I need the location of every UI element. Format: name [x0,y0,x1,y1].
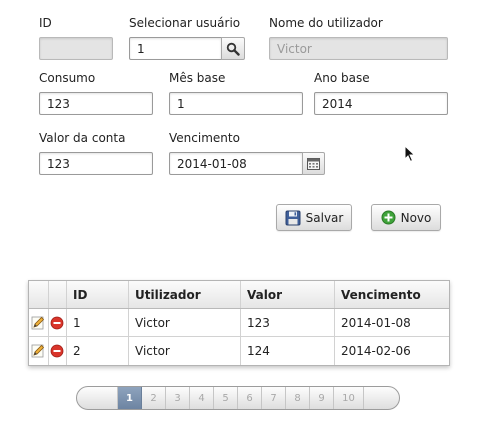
page-6-button[interactable]: 6 [238,387,262,409]
calendar-button[interactable] [302,152,325,175]
user-name-field [269,37,448,60]
cell-due: 2014-02-06 [341,344,411,358]
cell-user: Victor [129,309,241,336]
id-label: ID [39,16,52,30]
valor-conta-input[interactable] [39,152,153,175]
column-header-id[interactable]: ID [67,281,129,308]
search-icon [226,42,240,56]
edit-pencil-icon[interactable] [31,316,45,330]
delete-icon[interactable] [50,344,64,358]
page-4-button[interactable]: 4 [190,387,214,409]
vencimento-label: Vencimento [169,131,240,145]
page-8-button[interactable]: 8 [286,387,310,409]
new-button[interactable]: Novo [371,204,441,231]
ano-base-label: Ano base [314,71,370,85]
cell-user: Victor [129,337,241,365]
page-9-button[interactable]: 9 [310,387,334,409]
page-10-button[interactable]: 10 [334,387,364,409]
consumo-label: Consumo [39,71,96,85]
mouse-pointer-icon [404,145,416,163]
select-user-label: Selecionar usuário [129,16,241,30]
select-user-input[interactable] [129,37,222,60]
mes-base-input[interactable] [169,92,303,115]
paginator-prev[interactable] [77,387,118,409]
table-row[interactable]: 1 Victor 123 2014-01-08 [29,309,449,337]
ano-base-input[interactable] [314,92,448,115]
page-5-button[interactable]: 5 [214,387,238,409]
mes-base-label: Mês base [169,71,226,85]
bills-table: ID Utilizador Valor Vencimento 1 Victor … [28,280,450,366]
paginator-next[interactable] [364,387,399,409]
valor-conta-label: Valor da conta [39,131,126,145]
page-2-button[interactable]: 2 [142,387,166,409]
new-button-label: Novo [400,210,432,225]
consumo-input[interactable] [39,92,153,115]
table-row[interactable]: 2 Victor 124 2014-02-06 [29,337,449,365]
paginator: 1 2 3 4 5 6 7 8 9 10 [76,386,400,410]
column-header-valor[interactable]: Valor [241,281,335,308]
vencimento-input[interactable] [169,152,303,175]
column-header-utilizador[interactable]: Utilizador [129,281,241,308]
save-button[interactable]: Salvar [276,204,352,231]
cell-value: 124 [241,337,335,365]
user-search-button[interactable] [221,37,245,60]
user-name-label: Nome do utilizador [269,16,383,30]
cell-id: 2 [67,337,129,365]
cell-due: 2014-01-08 [341,315,411,330]
floppy-disk-icon [285,210,301,225]
cell-id: 1 [67,309,129,336]
id-field [39,37,113,60]
add-icon [381,210,396,225]
edit-pencil-icon[interactable] [31,344,45,358]
calendar-icon [307,158,320,170]
page-7-button[interactable]: 7 [262,387,286,409]
page-1-button[interactable]: 1 [118,387,142,409]
page-3-button[interactable]: 3 [166,387,190,409]
delete-icon[interactable] [50,316,64,330]
save-button-label: Salvar [305,210,344,225]
column-header-vencimento[interactable]: Vencimento [335,281,449,308]
table-header: ID Utilizador Valor Vencimento [29,281,449,309]
cell-value: 123 [241,309,335,336]
